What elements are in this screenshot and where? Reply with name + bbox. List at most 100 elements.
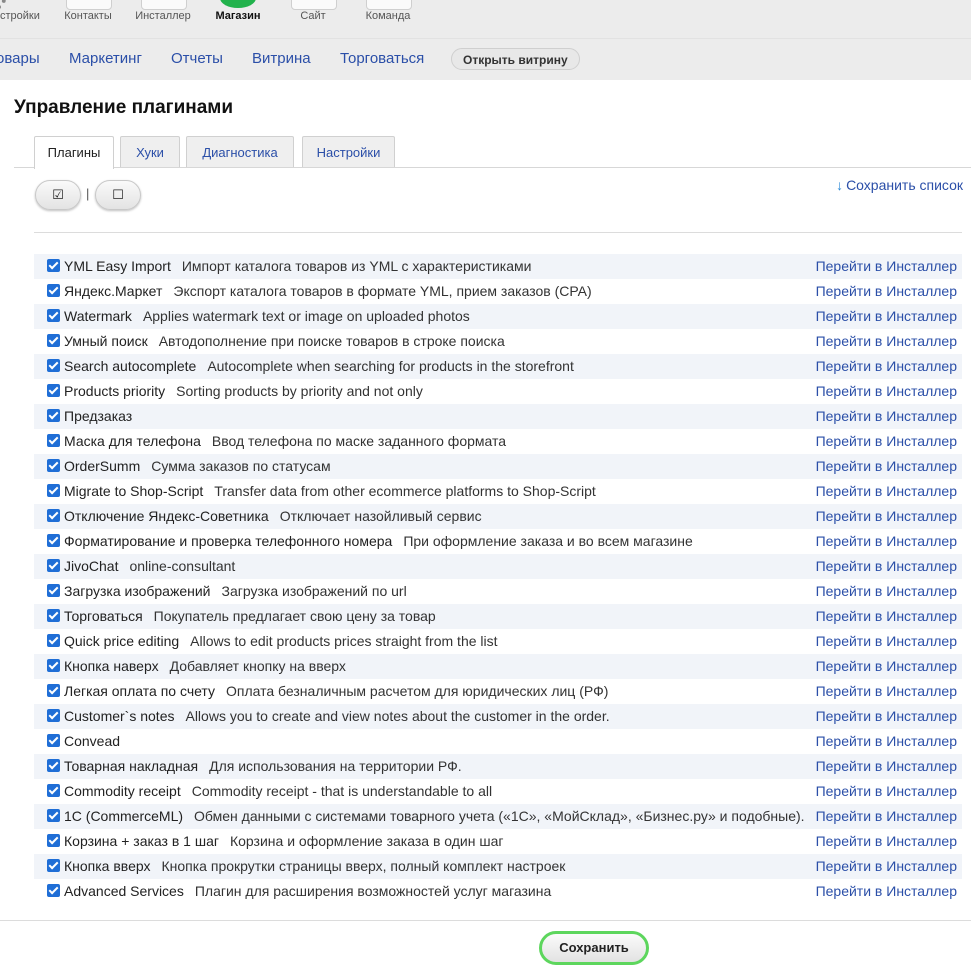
plugin-checkbox[interactable]: [47, 584, 60, 597]
plugin-description: Transfer data from other ecommerce platf…: [214, 483, 596, 499]
plugin-checkbox[interactable]: [47, 709, 60, 722]
plugin-checkbox[interactable]: [47, 259, 60, 272]
plugin-checkbox[interactable]: [47, 384, 60, 397]
go-to-installer-link[interactable]: Перейти в Инсталлер: [816, 754, 957, 779]
site-icon: [291, 0, 337, 10]
plugin-checkbox[interactable]: [47, 859, 60, 872]
plugin-row: Products priority Sorting products by pri…: [34, 379, 962, 404]
plugin-description: Покупатель предлагает свою цену за товар: [153, 608, 436, 624]
go-to-installer-link[interactable]: Перейти в Инсталлер: [816, 254, 957, 279]
menu-storefront[interactable]: Витрина: [252, 50, 311, 67]
plugin-checkbox[interactable]: [47, 434, 60, 447]
plugin-checkbox[interactable]: [47, 309, 60, 322]
app-team[interactable]: Команда: [356, 0, 420, 38]
plugin-name: Легкая оплата по счету: [64, 683, 215, 699]
plugin-checkbox[interactable]: [47, 409, 60, 422]
plugin-name-wrap: Предзаказ: [64, 404, 143, 429]
plugin-checkbox[interactable]: [47, 609, 60, 622]
go-to-installer-link[interactable]: Перейти в Инсталлер: [816, 679, 957, 704]
plugin-checkbox[interactable]: [47, 459, 60, 472]
plugin-checkbox[interactable]: [47, 334, 60, 347]
tab-hooks[interactable]: Хуки: [120, 136, 180, 168]
go-to-installer-link[interactable]: Перейти в Инсталлер: [816, 279, 957, 304]
plugin-checkbox[interactable]: [47, 884, 60, 897]
plugin-checkbox[interactable]: [47, 509, 60, 522]
plugin-row: Кнопка вверх Кнопка прокрутки страницы вв…: [34, 854, 962, 879]
app-site[interactable]: Сайт: [286, 0, 340, 38]
plugin-row: Commodity receipt Commodity receipt - tha…: [34, 779, 962, 804]
go-to-installer-link[interactable]: Перейти в Инсталлер: [816, 804, 957, 829]
menu-marketing[interactable]: Маркетинг: [69, 50, 142, 67]
go-to-installer-link[interactable]: Перейти в Инсталлер: [816, 879, 957, 904]
app-settings[interactable]: стройки: [0, 0, 44, 38]
go-to-installer-link[interactable]: Перейти в Инсталлер: [816, 654, 957, 679]
go-to-installer-link[interactable]: Перейти в Инсталлер: [816, 404, 957, 429]
plugin-name: Convead: [64, 733, 121, 749]
plugin-checkbox[interactable]: [47, 759, 60, 772]
go-to-installer-link[interactable]: Перейти в Инсталлер: [816, 704, 957, 729]
plugin-checkbox[interactable]: [47, 834, 60, 847]
plugin-checkbox[interactable]: [47, 659, 60, 672]
shop-icon: [220, 0, 256, 8]
plugin-name-wrap: Загрузка изображений Загрузка изображений…: [64, 579, 407, 604]
plugin-checkbox[interactable]: [47, 734, 60, 747]
plugin-description: Allows to edit products prices straight …: [190, 633, 498, 649]
go-to-installer-link[interactable]: Перейти в Инсталлер: [816, 304, 957, 329]
go-to-installer-link[interactable]: Перейти в Инсталлер: [816, 829, 957, 854]
bottom-bar: [0, 920, 971, 972]
app-shop[interactable]: Магазин: [208, 0, 268, 38]
plugin-checkbox[interactable]: [47, 784, 60, 797]
go-to-installer-link[interactable]: Перейти в Инсталлер: [816, 454, 957, 479]
menu-reports[interactable]: Отчеты: [171, 50, 223, 67]
go-to-installer-link[interactable]: Перейти в Инсталлер: [816, 579, 957, 604]
go-to-installer-link[interactable]: Перейти в Инсталлер: [816, 554, 957, 579]
check-all-button[interactable]: ☑: [35, 180, 81, 210]
app-contacts[interactable]: Контакты: [56, 0, 120, 38]
plugin-name: Корзина + заказ в 1 шаг: [64, 833, 219, 849]
go-to-installer-link[interactable]: Перейти в Инсталлер: [816, 504, 957, 529]
go-to-installer-link[interactable]: Перейти в Инсталлер: [816, 479, 957, 504]
plugin-checkbox[interactable]: [47, 559, 60, 572]
plugin-name: Загрузка изображений: [64, 583, 211, 599]
plugin-name-wrap: Кнопка вверх Кнопка прокрутки страницы вв…: [64, 854, 565, 879]
app-installer[interactable]: Инсталлер: [128, 0, 198, 38]
plugin-checkbox[interactable]: [47, 359, 60, 372]
plugin-checkbox[interactable]: [47, 634, 60, 647]
plugin-checkbox[interactable]: [47, 809, 60, 822]
plugin-row: Предзаказ Перейти в Инсталлер: [34, 404, 962, 429]
go-to-installer-link[interactable]: Перейти в Инсталлер: [816, 779, 957, 804]
plugin-name: Яндекс.Маркет: [64, 283, 163, 299]
go-to-installer-link[interactable]: Перейти в Инсталлер: [816, 329, 957, 354]
tab-settings[interactable]: Настройки: [302, 136, 395, 168]
go-to-installer-link[interactable]: Перейти в Инсталлер: [816, 629, 957, 654]
go-to-installer-link[interactable]: Перейти в Инсталлер: [816, 379, 957, 404]
plugin-checkbox[interactable]: [47, 284, 60, 297]
go-to-installer-link[interactable]: Перейти в Инсталлер: [816, 729, 957, 754]
open-storefront-button[interactable]: Открыть витрину: [451, 48, 580, 70]
save-list-label: Сохранить список: [846, 177, 963, 193]
plugin-name: Предзаказ: [64, 408, 133, 424]
tab-diagnostics[interactable]: Диагностика: [186, 136, 294, 168]
go-to-installer-link[interactable]: Перейти в Инсталлер: [816, 429, 957, 454]
go-to-installer-link[interactable]: Перейти в Инсталлер: [816, 604, 957, 629]
plugin-name-wrap: 1C (CommerceML) Обмен данными с системами…: [64, 804, 805, 829]
plugin-checkbox[interactable]: [47, 534, 60, 547]
save-list-link[interactable]: ↓ Сохранить список: [836, 177, 963, 193]
plugin-name-wrap: Quick price editing Allows to edit produc…: [64, 629, 498, 654]
app-label: Сайт: [300, 10, 326, 22]
go-to-installer-link[interactable]: Перейти в Инсталлер: [816, 354, 957, 379]
menu-bargain[interactable]: Торговаться: [340, 50, 424, 67]
plugin-description: Автодополнение при поиске товаров в стро…: [158, 333, 505, 349]
plugin-checkbox[interactable]: [47, 684, 60, 697]
app-label: Магазин: [215, 10, 261, 22]
plugin-checkbox[interactable]: [47, 484, 60, 497]
plugin-name-wrap: Легкая оплата по счету Оплата безналичным…: [64, 679, 608, 704]
plugin-description: Импорт каталога товаров из YML с характе…: [181, 258, 532, 274]
go-to-installer-link[interactable]: Перейти в Инсталлер: [816, 854, 957, 879]
go-to-installer-link[interactable]: Перейти в Инсталлер: [816, 529, 957, 554]
uncheck-all-button[interactable]: ☐: [95, 180, 141, 210]
plugin-row: Загрузка изображений Загрузка изображений…: [34, 579, 962, 604]
tab-plugins[interactable]: Плагины: [34, 136, 114, 169]
menu-products[interactable]: овары: [0, 50, 40, 67]
save-button[interactable]: Сохранить: [539, 931, 649, 965]
